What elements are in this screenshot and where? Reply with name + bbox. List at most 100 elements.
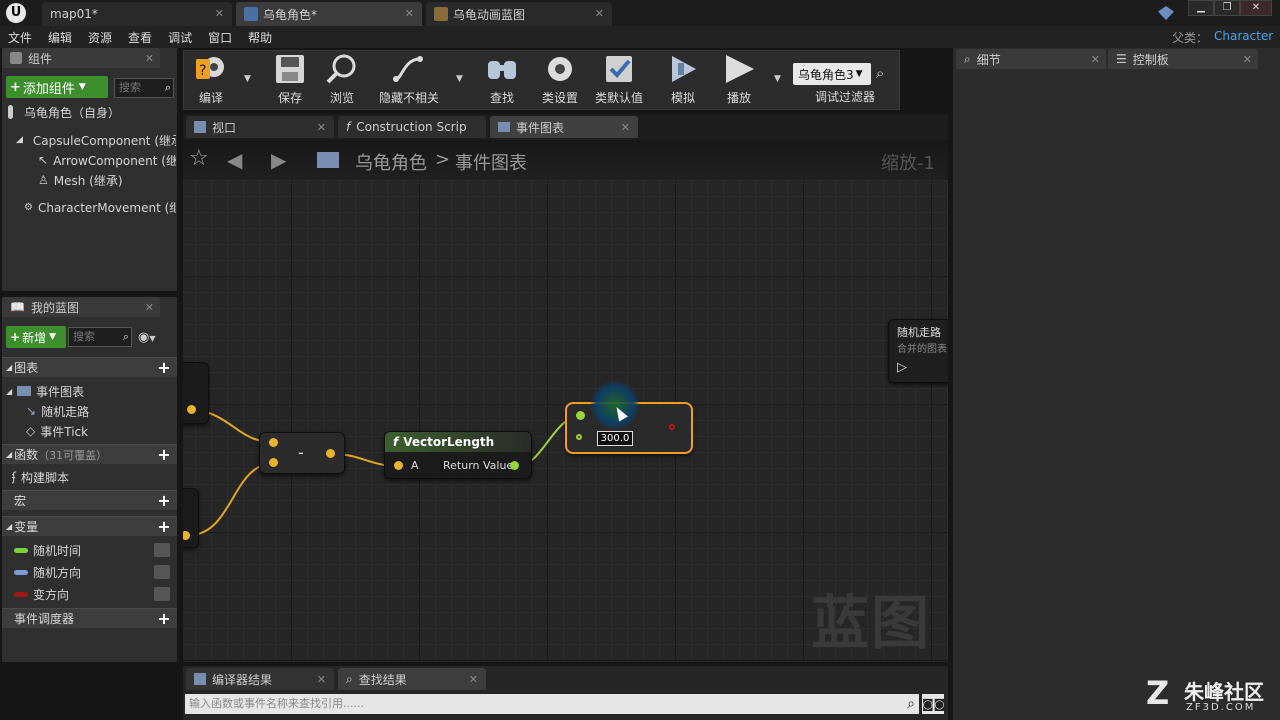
tab-construction-script[interactable]: f Construction Scrip <box>338 116 486 138</box>
vector-length-node[interactable]: f VectorLength A Return Value <box>384 431 532 479</box>
component-character-movement[interactable]: ⚙ CharacterMovement (继承 <box>24 197 176 217</box>
simulate-button[interactable]: 模拟 <box>660 52 706 108</box>
close-icon[interactable]: ✕ <box>621 121 630 134</box>
class-settings-button[interactable]: 类设置 <box>534 52 586 108</box>
hide-unrelated-options-arrow-icon[interactable]: ▼ <box>456 74 463 84</box>
exec-input-pin-icon[interactable]: ▷ <box>897 360 907 375</box>
close-icon[interactable]: ✕ <box>1243 53 1252 66</box>
doc-tab-turtle-anim-blueprint[interactable]: 乌龟动画蓝图 ✕ <box>426 2 612 26</box>
tab-find-results[interactable]: ⌕ 查找结果 ✕ <box>338 668 486 690</box>
add-dispatcher-button[interactable]: + <box>157 610 171 626</box>
expand-arrow-icon[interactable]: ◢ <box>16 135 23 145</box>
components-search-input[interactable]: 搜索 ⌕ <box>114 78 174 98</box>
save-disk-icon <box>276 55 304 83</box>
event-item-random-walk[interactable]: ↘ 随机走路 <box>26 401 176 421</box>
functions-section-header[interactable]: ◢ 函数 （31可覆盖） + <box>2 444 177 464</box>
subtract-input-a-pin[interactable] <box>269 438 278 447</box>
component-mesh[interactable]: ♙ Mesh (继承) <box>38 170 176 190</box>
vector-length-input-pin[interactable] <box>394 461 403 470</box>
compare-output-bool-pin[interactable] <box>669 424 675 430</box>
save-button[interactable]: 保存 <box>266 52 314 108</box>
notification-icon[interactable] <box>1158 6 1174 20</box>
graphs-section-header[interactable]: ◢ 图表 + <box>2 357 177 377</box>
vector-length-output-pin[interactable] <box>510 461 519 470</box>
find-input[interactable]: 输入函数或事件名称来查找引用...... ⌕ <box>185 694 919 714</box>
close-icon[interactable]: ✕ <box>469 673 478 686</box>
close-window-button[interactable]: ✕ <box>1240 0 1272 16</box>
add-component-button[interactable]: + 添加组件 ▼ <box>6 76 108 98</box>
compile-options-arrow-icon[interactable]: ▼ <box>244 74 251 84</box>
unreal-logo-icon[interactable]: U <box>6 3 26 23</box>
debug-object-select[interactable]: 乌龟角色3 ▼ <box>793 63 871 85</box>
component-root-self[interactable]: 乌龟角色（自身） <box>8 102 173 122</box>
menu-window[interactable]: 窗口 <box>200 29 240 46</box>
variable-item-change-direction[interactable]: 变方向 <box>14 584 176 604</box>
close-icon[interactable]: ✕ <box>1091 53 1100 66</box>
browse-button[interactable]: 浏览 <box>318 52 366 108</box>
dispatchers-section-header[interactable]: 事件调度器 + <box>2 608 177 628</box>
partial-node-top[interactable] <box>183 362 209 424</box>
variable-item-random-time[interactable]: 随机时间 <box>14 540 176 560</box>
visibility-toggle[interactable] <box>154 565 170 579</box>
close-icon[interactable]: ✕ <box>405 7 414 20</box>
parent-class-link[interactable]: Character <box>1214 29 1273 43</box>
compile-button[interactable]: ? 编译 <box>188 52 234 108</box>
hide-unrelated-button[interactable]: 隐藏不相关 <box>374 52 444 108</box>
maximize-button[interactable]: ❐ <box>1214 0 1240 16</box>
variables-section-header[interactable]: ◢ 变量 + <box>2 516 177 536</box>
close-icon[interactable]: ✕ <box>317 673 326 686</box>
minimize-button[interactable]: ▁ <box>1188 0 1214 16</box>
compare-value-input[interactable]: 300.0 <box>597 431 633 446</box>
visibility-toggle[interactable] <box>154 543 170 557</box>
tab-details[interactable]: ⌕ 细节 ✕ <box>956 49 1106 69</box>
menu-help[interactable]: 帮助 <box>240 29 280 46</box>
add-macro-button[interactable]: + <box>157 492 171 508</box>
new-button[interactable]: + 新增 ▼ <box>6 326 66 348</box>
tab-compiler-results[interactable]: 编译器结果 ✕ <box>186 668 334 690</box>
visibility-eye-icon[interactable]: ◉▼ <box>138 330 156 345</box>
tab-viewport[interactable]: 视口 ✕ <box>186 116 334 138</box>
tab-palette[interactable]: ☰ 控制板 ✕ <box>1108 49 1258 69</box>
menu-debug[interactable]: 调试 <box>160 29 200 46</box>
vector-output-pin[interactable] <box>187 405 196 414</box>
play-button[interactable]: 播放 <box>716 52 762 108</box>
add-variable-button[interactable]: + <box>157 518 171 534</box>
menu-file[interactable]: 文件 <box>0 29 40 46</box>
function-item-construction[interactable]: ʄ 构建脚本 <box>12 467 172 487</box>
tab-event-graph[interactable]: 事件图表 ✕ <box>490 116 638 138</box>
close-icon[interactable]: ✕ <box>145 301 154 314</box>
close-icon[interactable]: ✕ <box>317 121 326 134</box>
my-blueprint-tab[interactable]: 📖 我的蓝图 ✕ <box>2 297 160 317</box>
subtract-output-pin[interactable] <box>326 449 335 458</box>
compare-input-a-pin[interactable] <box>576 411 585 420</box>
search-icon[interactable]: ⌕ <box>907 694 915 714</box>
component-capsule[interactable]: ◢ CapsuleComponent (继承 <box>16 130 176 150</box>
component-arrow[interactable]: ↖ ArrowComponent (继承 <box>38 150 176 170</box>
find-in-all-blueprints-binoculars-icon[interactable]: ◙◙ <box>922 694 945 714</box>
event-graph-item[interactable]: ◢ 事件图表 <box>6 381 176 401</box>
compare-input-b-pin[interactable] <box>576 434 582 440</box>
find-button[interactable]: 查找 <box>478 52 526 108</box>
random-walk-collapsed-node[interactable]: 随机走路 合并的图表 ▷ <box>888 319 948 383</box>
add-function-button[interactable]: + <box>157 446 171 462</box>
close-icon[interactable]: ✕ <box>145 52 154 65</box>
add-graph-button[interactable]: + <box>157 359 171 375</box>
doc-tab-turtle-character[interactable]: 乌龟角色* ✕ <box>236 2 422 26</box>
play-options-arrow-icon[interactable]: ▼ <box>774 74 781 84</box>
debug-search-icon[interactable]: ⌕ <box>876 64 884 82</box>
menu-view[interactable]: 查看 <box>120 29 160 46</box>
event-item-tick[interactable]: ◇ 事件Tick <box>26 421 176 441</box>
components-tab[interactable]: 组件 ✕ <box>2 48 160 68</box>
doc-tab-map01[interactable]: map01* ✕ <box>42 2 232 26</box>
variable-item-random-direction[interactable]: 随机方向 <box>14 562 176 582</box>
macros-section-header[interactable]: 宏 + <box>2 490 177 510</box>
class-defaults-button[interactable]: 类默认值 <box>590 52 648 108</box>
close-icon[interactable]: ✕ <box>595 7 604 20</box>
close-icon[interactable]: ✕ <box>215 7 224 20</box>
menu-edit[interactable]: 编辑 <box>40 29 80 46</box>
blueprint-search-input[interactable]: 搜索 ⌕ <box>68 327 132 347</box>
event-graph-canvas[interactable]: ☆ ◀ ▶ 乌龟角色 > 事件图表 缩放-1 - f VectorLength … <box>183 140 948 662</box>
visibility-toggle[interactable] <box>154 587 170 601</box>
subtract-input-b-pin[interactable] <box>269 458 278 467</box>
menu-asset[interactable]: 资源 <box>80 29 120 46</box>
